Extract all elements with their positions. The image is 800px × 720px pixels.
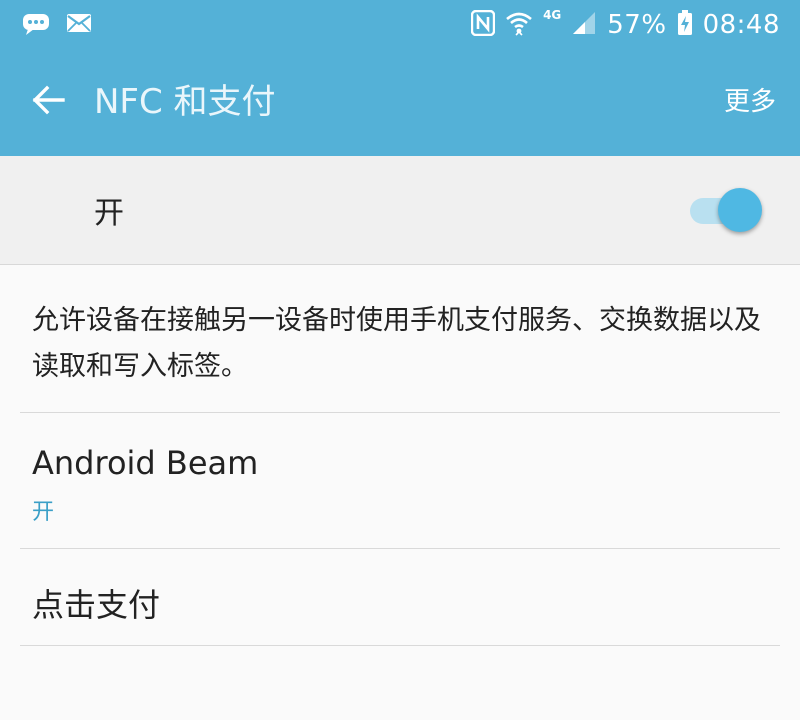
mail-icon (66, 12, 92, 40)
list-item-subtitle: 开 (32, 500, 55, 525)
list-item-title: 点击支付 (32, 586, 161, 624)
list-item-title: Android Beam (32, 444, 259, 482)
network-type: 4G (543, 8, 562, 22)
divider (20, 645, 780, 646)
signal-icon (571, 11, 597, 39)
divider (20, 412, 780, 413)
divider (20, 548, 780, 549)
nfc-icon (470, 9, 496, 40)
nfc-description: 允许设备在接触另一设备时使用手机支付服务、交换数据以及读取和写入标签。 (32, 305, 761, 382)
wifi-icon (505, 10, 533, 40)
arrow-left-icon (31, 85, 65, 119)
battery-percent: 57% (607, 10, 667, 40)
app-bar: 4G 57% 08:48 NFC 和支付 更多 (0, 0, 800, 156)
status-bar: 4G 57% 08:48 (0, 0, 800, 50)
chat-bubble-icon (22, 12, 50, 40)
master-switch-row[interactable]: 开 (0, 156, 800, 265)
page-title: NFC 和支付 (94, 82, 276, 122)
nfc-toggle-switch[interactable] (688, 186, 768, 234)
switch-thumb (718, 188, 762, 232)
clock: 08:48 (702, 10, 780, 40)
toolbar: NFC 和支付 更多 (0, 52, 800, 156)
back-button[interactable] (24, 78, 72, 126)
battery-charging-icon (677, 10, 693, 40)
master-switch-label: 开 (94, 196, 124, 231)
more-button[interactable]: 更多 (724, 82, 776, 122)
